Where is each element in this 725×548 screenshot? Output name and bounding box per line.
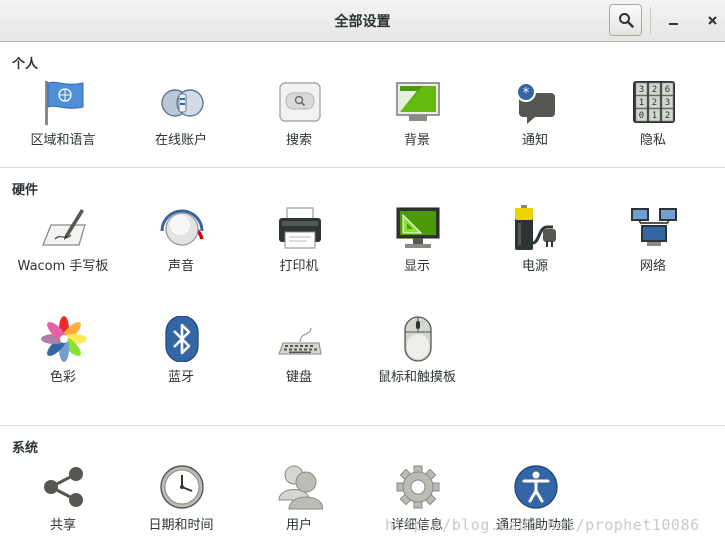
panel-label: 在线账户 — [154, 133, 207, 148]
panel-power[interactable]: 电源 — [476, 205, 594, 301]
panel-label: 共享 — [49, 518, 76, 533]
panel-notifications[interactable]: * 通知 — [476, 79, 594, 175]
search-icon — [619, 13, 634, 28]
panel-label: 色彩 — [49, 370, 76, 385]
panel-display[interactable]: 显示 — [358, 205, 476, 301]
panel-label: 区域和语言 — [30, 133, 96, 148]
printer-icon — [279, 207, 321, 249]
close-icon — [708, 16, 717, 25]
keyboard-icon — [278, 327, 322, 355]
bluetooth-icon — [165, 316, 199, 362]
section-title-personal: 个人 — [12, 57, 39, 72]
panel-label: 搜索 — [285, 133, 312, 148]
section-divider — [0, 425, 725, 426]
panel-sound[interactable]: 声音 — [122, 205, 240, 301]
lock-digit: 6 — [665, 85, 670, 95]
online-accounts-icon — [161, 89, 204, 117]
panel-date-time[interactable]: 日期和时间 — [122, 464, 240, 548]
section-title-system: 系统 — [12, 441, 39, 456]
panel-label: 蓝牙 — [167, 370, 194, 385]
lock-digit: 2 — [652, 85, 657, 95]
gear-icon — [396, 465, 440, 509]
lock-digit: 2 — [665, 111, 670, 121]
panel-label: 显示 — [403, 259, 430, 274]
minimize-button[interactable] — [662, 8, 686, 32]
monitor-icon — [396, 207, 440, 248]
share-icon — [44, 467, 83, 507]
search-button[interactable] — [609, 4, 642, 36]
notification-icon: * — [516, 82, 555, 124]
titlebar-separator — [650, 7, 651, 34]
flag-icon — [45, 81, 84, 125]
speaker-knob-icon — [160, 209, 204, 246]
lock-digit: 2 — [652, 98, 657, 108]
battery-plug-icon — [515, 205, 556, 250]
combination-lock-icon: 3 2 6 1 2 3 0 1 2 — [633, 81, 675, 123]
panel-wacom-tablet[interactable]: Wacom 手写板 — [4, 205, 122, 301]
panel-sharing[interactable]: 共享 — [4, 464, 122, 548]
color-flower-icon — [41, 316, 87, 362]
tablet-pen-icon — [42, 209, 86, 246]
minimize-icon — [669, 23, 678, 25]
users-icon — [278, 465, 323, 510]
section-title-hardware: 硬件 — [12, 183, 39, 198]
panel-background[interactable]: 背景 — [358, 79, 476, 175]
section-divider — [0, 167, 725, 168]
lock-digit: 3 — [639, 85, 644, 95]
panel-network[interactable]: 网络 — [594, 205, 712, 301]
panel-label: 鼠标和触摸板 — [377, 370, 456, 385]
panel-mouse-touchpad[interactable]: 鼠标和触摸板 — [358, 316, 476, 412]
panel-users[interactable]: 用户 — [240, 464, 358, 548]
panel-privacy[interactable]: 3 2 6 1 2 3 0 1 2 隐私 — [594, 79, 712, 175]
panel-printers[interactable]: 打印机 — [240, 205, 358, 301]
clock-icon — [160, 465, 204, 509]
panel-label: 声音 — [167, 259, 194, 274]
lock-digit: 0 — [639, 111, 644, 121]
lock-digit: 1 — [652, 111, 657, 121]
watermark: http://blog.csdn.net/prophet10086 — [385, 516, 700, 534]
panel-label: 网络 — [639, 259, 666, 274]
svg-text:*: * — [523, 86, 530, 101]
search-panel-icon — [279, 82, 321, 122]
panel-label: 日期和时间 — [148, 518, 214, 533]
panel-label: 用户 — [285, 518, 312, 533]
panel-color[interactable]: 色彩 — [4, 316, 122, 412]
lock-digit: 3 — [665, 98, 670, 108]
panel-keyboard[interactable]: 键盘 — [240, 316, 358, 412]
panel-label: 通知 — [521, 133, 548, 148]
panel-bluetooth[interactable]: 蓝牙 — [122, 316, 240, 412]
panel-online-accounts[interactable]: 在线账户 — [122, 79, 240, 175]
panel-label: 电源 — [521, 259, 548, 274]
header-bar: 全部设置 — [0, 0, 725, 42]
network-icon — [631, 208, 677, 246]
panel-search[interactable]: 搜索 — [240, 79, 358, 175]
panel-region-language[interactable]: 区域和语言 — [4, 79, 122, 175]
mouse-icon — [404, 316, 432, 362]
panel-universal-access[interactable]: 通用辅助功能 — [476, 464, 594, 548]
panel-label: 打印机 — [279, 259, 319, 274]
panel-label: 隐私 — [639, 133, 666, 148]
panel-label: Wacom 手写板 — [17, 259, 109, 274]
lock-digit: 1 — [639, 98, 644, 108]
panel-label: 背景 — [403, 133, 430, 148]
panel-label: 键盘 — [285, 370, 312, 385]
panel-details[interactable]: 详细信息 — [358, 464, 476, 548]
background-icon — [396, 82, 440, 121]
close-button[interactable] — [700, 8, 724, 32]
accessibility-icon — [514, 465, 558, 509]
